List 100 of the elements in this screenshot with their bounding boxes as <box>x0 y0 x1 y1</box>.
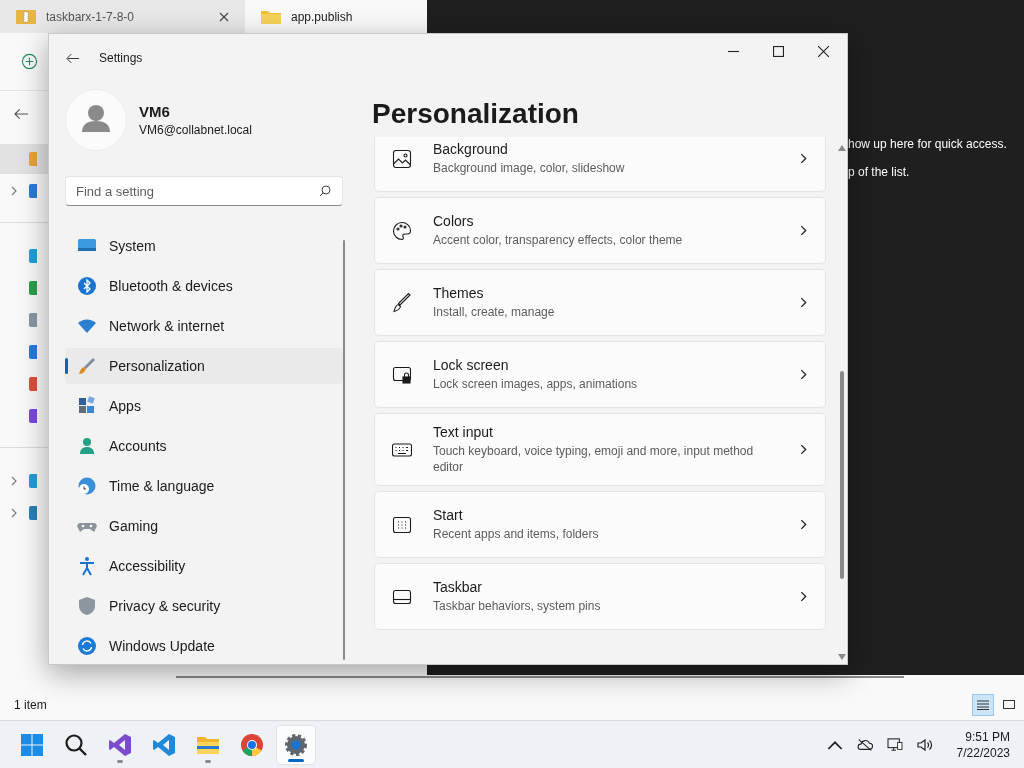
settings-card[interactable]: Taskbar Taskbar behaviors, system pins <box>374 563 826 630</box>
settings-nav-item[interactable]: Time & language <box>65 468 343 504</box>
settings-card[interactable]: Colors Accent color, transparency effects, color theme <box>374 197 826 264</box>
card-title: Background <box>433 141 509 157</box>
palette-icon <box>392 220 412 241</box>
search-icon <box>319 185 331 197</box>
list-icon <box>977 700 989 710</box>
folder-tab[interactable]: taskbarx-1-7-8-0 <box>0 0 245 33</box>
item-count: 1 item <box>14 698 48 712</box>
settings-nav-item[interactable]: Personalization <box>65 348 343 384</box>
back-arrow-icon[interactable] <box>66 52 80 64</box>
horizontal-scrollbar[interactable] <box>176 676 904 678</box>
code-editor-icon <box>152 732 176 757</box>
card-description: Install, create, manage <box>433 304 556 320</box>
chevron-icon <box>800 297 807 308</box>
search-field[interactable]: Find a setting <box>65 176 343 206</box>
refresh-icon <box>77 636 97 656</box>
browser-icon <box>240 732 264 757</box>
close-icon[interactable] <box>818 45 829 57</box>
desktop-icon <box>29 249 37 263</box>
chevron-icon <box>11 476 17 486</box>
settings-card[interactable]: Lock screen Lock screen images, apps, animations <box>374 341 826 408</box>
back-arrow-icon[interactable] <box>14 107 29 120</box>
chevron-icon <box>800 591 807 602</box>
card-description: Recent apps and items, folders <box>433 526 600 542</box>
brush-icon <box>392 292 412 313</box>
card-title: Text input <box>433 424 494 440</box>
settings-nav-item[interactable]: System <box>65 228 343 264</box>
scroll-down-icon[interactable] <box>838 654 846 660</box>
card-title: Themes <box>433 285 485 301</box>
windows-start-icon <box>20 732 44 757</box>
search-icon <box>64 732 88 757</box>
folder-icon <box>261 8 281 25</box>
card-description: Touch keyboard, voice typing, emoji and more, input method editor <box>433 443 755 475</box>
home-icon <box>29 152 37 166</box>
details-view-button[interactable] <box>972 694 994 716</box>
settings-nav-item[interactable]: Apps <box>65 388 343 424</box>
hint-text: how up here for quick access. <box>848 137 1008 151</box>
apps-icon <box>77 396 97 416</box>
square-icon <box>1003 700 1015 710</box>
folder-tab[interactable]: app.publish <box>245 0 427 33</box>
settings-nav-item[interactable]: Accessibility <box>65 548 343 584</box>
tab-label: taskbarx-1-7-8-0 <box>46 9 136 24</box>
settings-card[interactable]: Themes Install, create, manage <box>374 269 826 336</box>
chevron-icon <box>800 444 807 455</box>
speaker-icon[interactable] <box>916 737 933 752</box>
new-icon[interactable] <box>21 53 38 70</box>
shield-icon <box>77 596 97 616</box>
chevron-icon <box>11 186 17 196</box>
settings-nav-item[interactable]: Bluetooth & devices <box>65 268 343 304</box>
image-icon <box>392 148 412 169</box>
chevron-icon <box>800 225 807 236</box>
close-icon[interactable] <box>219 11 229 22</box>
scrollbar-thumb[interactable] <box>840 371 844 579</box>
settings-nav-item[interactable]: Privacy & security <box>65 588 343 624</box>
pc-icon <box>29 474 37 488</box>
settings-icon <box>284 732 308 757</box>
music-icon <box>29 377 37 391</box>
infinity-loop-icon <box>108 732 132 757</box>
card-description: Lock screen images, apps, animations <box>433 376 639 392</box>
hint-text: p of the list. <box>848 165 911 179</box>
grid-icon <box>392 514 412 535</box>
card-title: Colors <box>433 213 475 229</box>
window-title: Settings <box>99 51 144 65</box>
card-description: Taskbar behaviors, system pins <box>433 598 602 614</box>
chevron-icon <box>800 369 807 380</box>
settings-card[interactable]: Text input Touch keyboard, voice typing, emoji and more, input method editor <box>374 413 826 486</box>
maximize-icon[interactable] <box>773 45 784 57</box>
lock-screen-icon <box>392 364 412 385</box>
globe-clock-icon <box>77 476 97 496</box>
user-name: VM6 <box>139 103 171 120</box>
network-icon <box>29 506 37 520</box>
card-description: Background image, color, slideshow <box>433 160 626 176</box>
settings-nav-item[interactable]: Accounts <box>65 428 343 464</box>
scroll-up-icon[interactable] <box>838 145 846 151</box>
tab-label: app.publish <box>291 9 354 24</box>
chevron-icon <box>11 508 17 518</box>
accessibility-icon <box>77 556 97 576</box>
network-icon[interactable] <box>886 737 903 752</box>
card-title: Start <box>433 507 464 523</box>
settings-nav-item[interactable]: Gaming <box>65 508 343 544</box>
settings-nav-item[interactable]: Windows Update <box>65 628 343 664</box>
settings-nav-item[interactable]: Network & internet <box>65 308 343 344</box>
user-email: VM6@collabnet.local <box>139 123 252 137</box>
brush-icon <box>77 356 97 376</box>
cloud-off-icon[interactable] <box>856 737 873 752</box>
download-icon <box>29 281 37 295</box>
chevron-icon <box>800 153 807 164</box>
documents-icon <box>29 313 37 327</box>
settings-card[interactable]: Background Background image, color, slideshow <box>374 137 826 192</box>
settings-card[interactable]: Start Recent apps and items, folders <box>374 491 826 558</box>
card-description: Accent color, transparency effects, color theme <box>433 232 684 248</box>
card-title: Lock screen <box>433 357 510 373</box>
zip-folder-icon <box>16 8 36 25</box>
card-title: Taskbar <box>433 579 484 595</box>
page-title: Personalization <box>372 97 580 131</box>
scrollbar[interactable] <box>343 240 345 660</box>
cloud-icon <box>29 184 37 198</box>
person-icon <box>77 436 97 456</box>
clock[interactable]: 9:51 PM 7/22/2023 <box>946 729 1010 760</box>
